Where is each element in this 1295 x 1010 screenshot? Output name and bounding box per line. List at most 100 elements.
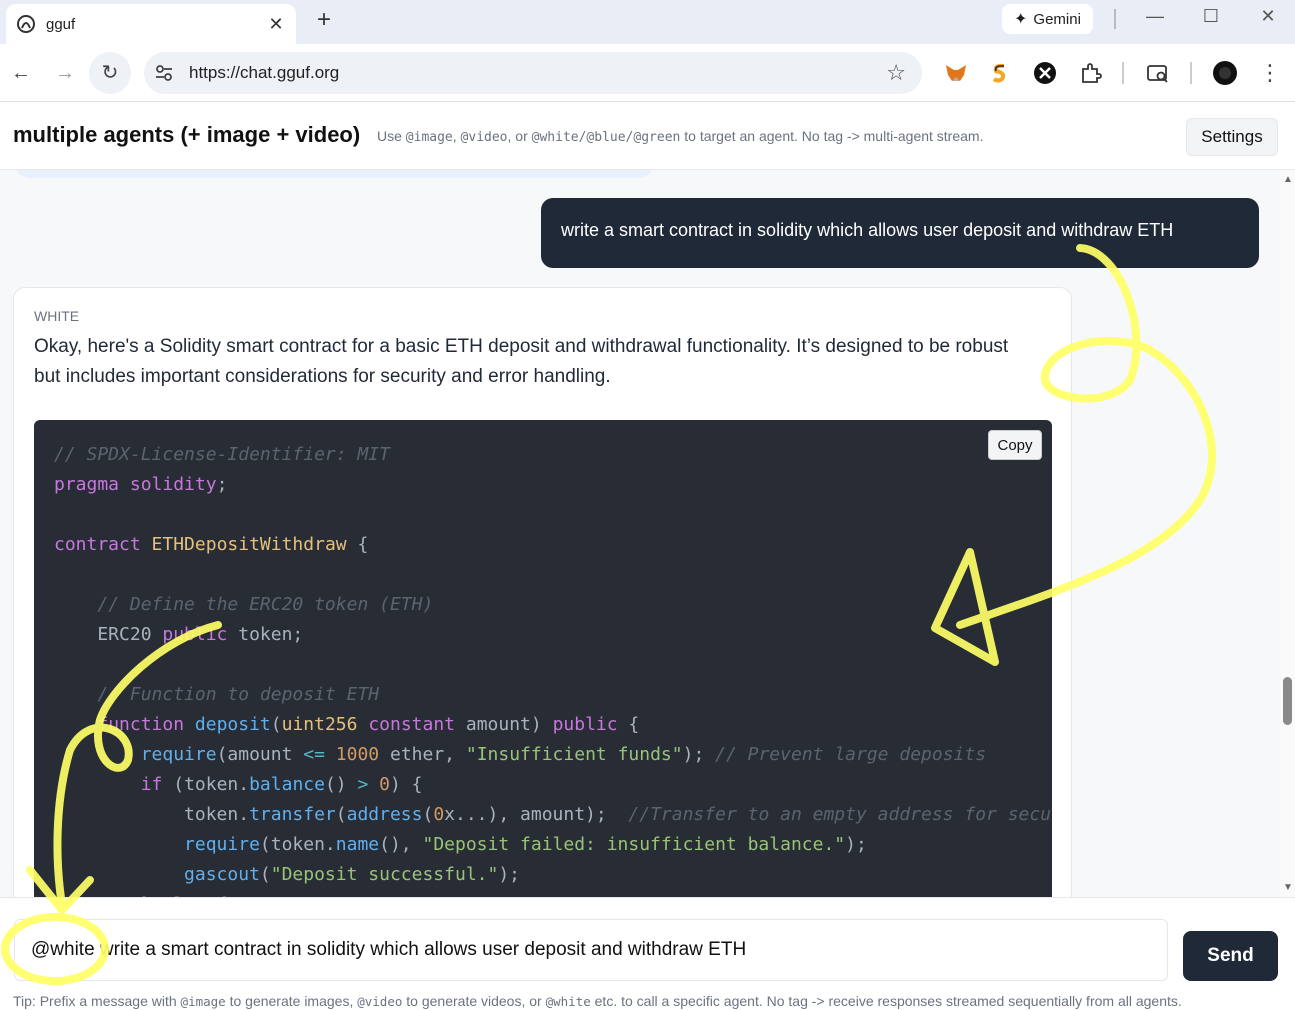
code-token: ); — [845, 834, 867, 855]
code-token: "Insufficient funds" — [465, 744, 683, 765]
tab-search-icon[interactable] — [1146, 61, 1170, 85]
reload-icon[interactable]: ↻ — [89, 52, 131, 94]
code-token: 0 — [379, 774, 390, 795]
code-token: if — [140, 774, 163, 795]
header-hint: Use @image, @video, or @white/@blue/@gre… — [377, 128, 983, 145]
code-token: balance — [249, 774, 325, 795]
code-token: contract — [54, 534, 141, 555]
maximize-icon[interactable]: ☐ — [1196, 6, 1226, 27]
minimize-icon[interactable]: — — [1140, 6, 1170, 27]
url-text: https://chat.gguf.org — [189, 63, 340, 82]
code-token: address — [346, 804, 423, 825]
code-token: token; — [227, 624, 304, 645]
tip-text: to generate videos, or — [402, 993, 546, 1009]
bookmark-star-icon[interactable]: ☆ — [886, 60, 906, 86]
agent-response-card: WHITE Okay, here's a Solidity smart cont… — [13, 287, 1072, 897]
code-token: amount) — [455, 714, 553, 735]
copy-code-button[interactable]: Copy — [988, 430, 1042, 460]
code-line: // Function to deposit ETH — [54, 680, 1052, 710]
site-settings-icon[interactable] — [154, 63, 174, 83]
divider — [1114, 9, 1116, 29]
code-line: ERC20 public token; — [54, 620, 1052, 650]
previous-message-card — [14, 170, 654, 178]
code-line: token.transfer(address(0x...), amount); … — [54, 800, 1052, 830]
code-token: ( — [259, 864, 271, 885]
code-line: require(amount <= 1000 ether, "Insuffici… — [54, 740, 1052, 770]
code-token: ); — [498, 864, 521, 885]
code-token: uint256 — [281, 714, 358, 735]
chat-scrollbar[interactable]: ▲ ▼ — [1280, 170, 1295, 897]
hint-image-tag: @image — [405, 130, 453, 145]
code-token: ; — [216, 474, 228, 495]
close-tab-icon[interactable]: ✕ — [266, 14, 286, 35]
github-icon — [17, 15, 35, 33]
code-line: gascout("Deposit successful."); — [54, 860, 1052, 890]
user-message-bubble: write a smart contract in solidity which… — [541, 198, 1259, 268]
gemini-button[interactable]: ✦ Gemini — [1002, 4, 1093, 34]
send-button[interactable]: Send — [1183, 931, 1278, 981]
code-token: > — [357, 774, 369, 795]
message-input[interactable] — [14, 919, 1168, 981]
hint-text: Use — [377, 128, 406, 144]
code-token: // SPDX-License-Identifier: MIT — [54, 444, 390, 465]
code-token: x...), amount); — [444, 804, 629, 825]
code-token: (), — [379, 834, 423, 855]
code-content: // SPDX-License-Identifier: MIT pragma so… — [54, 440, 1052, 897]
browser-tab-strip: gguf ✕ + ✦ Gemini — ☐ ✕ — [0, 0, 1295, 44]
code-token: <= — [303, 744, 325, 765]
gemini-label: Gemini — [1033, 10, 1081, 28]
profile-avatar-icon[interactable] — [1213, 61, 1237, 85]
extensions-puzzle-icon[interactable] — [1079, 61, 1103, 85]
hint-text: , — [452, 128, 461, 144]
code-token: { — [346, 534, 369, 555]
code-token: constant — [368, 714, 456, 735]
window-close-icon[interactable]: ✕ — [1253, 6, 1283, 27]
browser-tab[interactable]: gguf ✕ — [6, 4, 296, 44]
app-header: multiple agents (+ image + video) Use @i… — [0, 102, 1295, 170]
code-token: (token. — [162, 774, 250, 795]
code-token: public — [162, 624, 228, 645]
code-token: pragma — [54, 474, 120, 495]
forward-arrow-icon[interactable]: → — [50, 58, 80, 88]
scrollbar-thumb[interactable] — [1283, 677, 1292, 725]
settings-button[interactable]: Settings — [1186, 118, 1278, 156]
code-line: if (token.balance() > 0) { — [54, 770, 1052, 800]
new-tab-icon[interactable]: + — [312, 8, 336, 32]
code-token: "Deposit successful." — [270, 864, 499, 885]
tip-text: Tip: Prefix a message with — [13, 993, 181, 1009]
code-token: require — [184, 834, 260, 855]
address-bar[interactable]: https://chat.gguf.org ☆ — [144, 52, 922, 94]
menu-kebab-icon[interactable]: ⋮ — [1255, 58, 1285, 88]
scroll-up-arrow-icon[interactable]: ▲ — [1283, 174, 1293, 185]
code-token: public — [552, 714, 618, 735]
code-token: ETHDepositWithdraw — [151, 534, 347, 555]
extension-s-icon[interactable] — [988, 61, 1012, 85]
chat-scroll-area[interactable]: write a smart contract in solidity which… — [0, 170, 1280, 897]
tab-title: gguf — [46, 15, 76, 33]
code-token: ( — [270, 714, 282, 735]
code-token: solidity — [129, 474, 217, 495]
code-token: 0 — [433, 804, 445, 825]
x-circle-icon[interactable] — [1033, 61, 1057, 85]
tip-text: to generate images, — [225, 993, 358, 1009]
back-arrow-icon[interactable]: ← — [6, 58, 36, 88]
scroll-down-arrow-icon[interactable]: ▼ — [1283, 882, 1293, 893]
code-line: require(token.name(), "Deposit failed: i… — [54, 830, 1052, 860]
metamask-fox-icon[interactable] — [944, 61, 968, 85]
code-token: // Prevent large deposits — [715, 744, 987, 765]
hint-text: to target an agent. No tag -> multi-agen… — [680, 128, 984, 144]
code-line: // Define the ERC20 token (ETH) — [54, 590, 1052, 620]
